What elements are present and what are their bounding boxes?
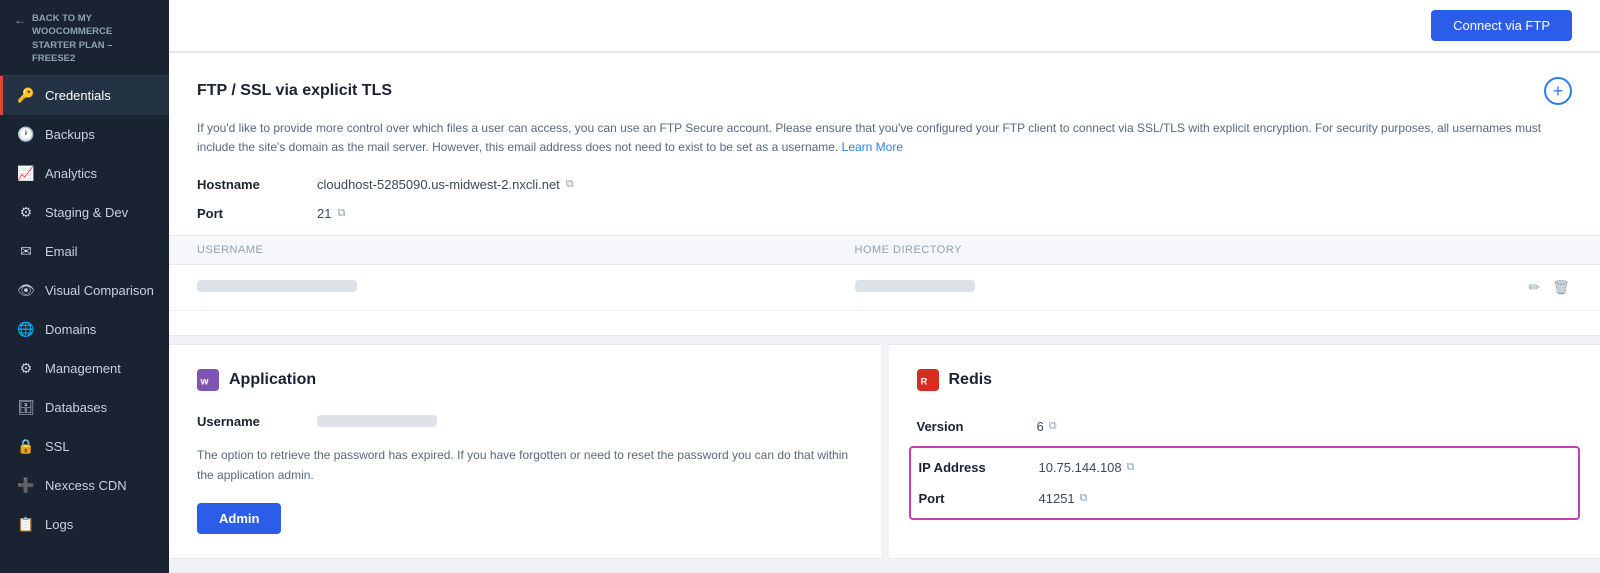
hostname-value: cloudhost-5285090.us-midwest-2.nxcli.net…	[317, 177, 574, 192]
redis-version-value: 6 ⧉	[1037, 419, 1057, 434]
connect-ftp-button[interactable]: Connect via FTP	[1431, 10, 1572, 41]
bottom-grid: w Application Username The option to ret…	[169, 344, 1600, 558]
ftp-username-cell	[197, 279, 855, 297]
redis-port-label: Port	[919, 491, 1039, 506]
sidebar-label-analytics: Analytics	[45, 166, 97, 181]
sidebar-label-visual: Visual Comparison	[45, 283, 154, 298]
app-description: The option to retrieve the password has …	[197, 446, 853, 484]
ftp-edit-button[interactable]: ✏	[1526, 277, 1542, 298]
main-content: Connect via FTP FTP / SSL via explicit T…	[169, 0, 1600, 573]
redis-ip-label: IP Address	[919, 460, 1039, 475]
hostname-label: Hostname	[197, 177, 317, 192]
sidebar-label-nexcess: Nexcess CDN	[45, 478, 127, 493]
staging-icon: ⚙	[17, 204, 35, 221]
port-copy-icon[interactable]: ⧉	[337, 207, 345, 220]
sidebar-item-logs[interactable]: 📋 Logs	[0, 505, 169, 544]
sidebar-item-backups[interactable]: 🕐 Backups	[0, 115, 169, 154]
email-icon: ✉	[17, 243, 35, 260]
application-card: w Application Username The option to ret…	[169, 344, 881, 558]
analytics-icon: 📈	[17, 165, 35, 182]
svg-text:R: R	[920, 377, 927, 387]
port-row: Port 21 ⧉	[197, 206, 1572, 221]
ftp-table-row: ✏ 🗑	[169, 265, 1600, 311]
app-title: Application	[229, 371, 316, 389]
ftp-homedir-cell	[855, 279, 1513, 297]
app-username-label: Username	[197, 414, 317, 429]
sidebar-label-email: Email	[45, 244, 78, 259]
admin-button[interactable]: Admin	[197, 503, 281, 534]
sidebar-label-ssl: SSL	[45, 439, 70, 454]
sidebar-label-databases: Databases	[45, 400, 107, 415]
redis-title-row: R Redis	[917, 369, 1573, 391]
svg-text:w: w	[200, 377, 209, 388]
sidebar-label-domains: Domains	[45, 322, 96, 337]
redis-icon: R	[917, 369, 939, 391]
domains-icon: 🌐	[17, 321, 35, 338]
ftp-description: If you'd like to provide more control ov…	[197, 119, 1572, 157]
credentials-icon: 🔑	[17, 87, 35, 104]
sidebar-item-management[interactable]: ⚙ Management	[0, 349, 169, 388]
logs-icon: 📋	[17, 516, 35, 533]
redis-ip-row: IP Address 10.75.144.108 ⧉	[919, 452, 1571, 483]
redis-title: Redis	[949, 371, 993, 389]
app-username-row: Username	[197, 411, 853, 432]
visual-icon: 👁	[17, 282, 35, 299]
management-icon: ⚙	[17, 360, 35, 377]
app-username-value	[317, 411, 437, 432]
redis-port-value: 41251 ⧉	[1039, 491, 1088, 506]
sidebar-label-credentials: Credentials	[45, 88, 111, 103]
sidebar: ← BACK TO MY WOOCOMMERCE STARTER PLAN – …	[0, 0, 169, 573]
sidebar-item-credentials[interactable]: 🔑 Credentials	[0, 76, 169, 115]
col-username: Username	[197, 244, 855, 256]
col-actions	[1512, 244, 1572, 256]
redis-ip-copy-icon[interactable]: ⧉	[1127, 461, 1135, 474]
back-label: BACK TO MY WOOCOMMERCE STARTER PLAN – FR…	[32, 12, 155, 65]
sidebar-back-link[interactable]: ← BACK TO MY WOOCOMMERCE STARTER PLAN – …	[0, 0, 169, 76]
databases-icon: 🗄	[17, 399, 35, 416]
back-arrow-icon: ←	[14, 13, 26, 29]
sidebar-item-analytics[interactable]: 📈 Analytics	[0, 154, 169, 193]
col-homedir: Home Directory	[855, 244, 1513, 256]
ftp-card: FTP / SSL via explicit TLS + If you'd li…	[169, 52, 1600, 336]
sidebar-item-domains[interactable]: 🌐 Domains	[0, 310, 169, 349]
redis-card: R Redis Version 6 ⧉ IP Address 10.75.144…	[889, 344, 1600, 558]
ftp-table-header: Username Home Directory	[169, 235, 1600, 265]
redis-version-row: Version 6 ⧉	[917, 411, 1573, 442]
sidebar-label-staging: Staging & Dev	[45, 205, 128, 220]
hostname-copy-icon[interactable]: ⧉	[566, 178, 574, 191]
ftp-delete-button[interactable]: 🗑	[1550, 277, 1572, 298]
sidebar-item-ssl[interactable]: 🔒 SSL	[0, 427, 169, 466]
redis-ip-value: 10.75.144.108 ⧉	[1039, 460, 1135, 475]
sidebar-item-databases[interactable]: 🗄 Databases	[0, 388, 169, 427]
redis-port-copy-icon[interactable]: ⧉	[1080, 492, 1088, 505]
sidebar-item-visual[interactable]: 👁 Visual Comparison	[0, 271, 169, 310]
redis-highlight-box: IP Address 10.75.144.108 ⧉ Port 41251 ⧉	[909, 446, 1581, 520]
redis-version-copy-icon[interactable]: ⧉	[1049, 420, 1057, 433]
nexcess-icon: ➕	[17, 477, 35, 494]
sidebar-item-nexcess[interactable]: ➕ Nexcess CDN	[0, 466, 169, 505]
ftp-header: FTP / SSL via explicit TLS +	[197, 77, 1572, 105]
ftp-homedir-blurred	[855, 280, 975, 292]
app-title-row: w Application	[197, 369, 853, 391]
backups-icon: 🕐	[17, 126, 35, 143]
hostname-row: Hostname cloudhost-5285090.us-midwest-2.…	[197, 177, 1572, 192]
redis-port-row: Port 41251 ⧉	[919, 483, 1571, 514]
sidebar-label-backups: Backups	[45, 127, 95, 142]
top-button-bar: Connect via FTP	[169, 0, 1600, 52]
sidebar-label-management: Management	[45, 361, 121, 376]
sidebar-item-staging[interactable]: ⚙ Staging & Dev	[0, 193, 169, 232]
learn-more-link[interactable]: Learn More	[842, 140, 903, 154]
port-label: Port	[197, 206, 317, 221]
ftp-title: FTP / SSL via explicit TLS	[197, 82, 392, 100]
sidebar-label-logs: Logs	[45, 517, 73, 532]
ftp-row-actions: ✏ 🗑	[1512, 277, 1572, 298]
app-username-blurred	[317, 415, 437, 427]
redis-version-label: Version	[917, 419, 1037, 434]
ftp-username-blurred	[197, 280, 357, 292]
ssl-icon: 🔒	[17, 438, 35, 455]
woocommerce-icon: w	[197, 369, 219, 391]
port-value: 21 ⧉	[317, 206, 345, 221]
sidebar-item-email[interactable]: ✉ Email	[0, 232, 169, 271]
add-ftp-button[interactable]: +	[1544, 77, 1572, 105]
